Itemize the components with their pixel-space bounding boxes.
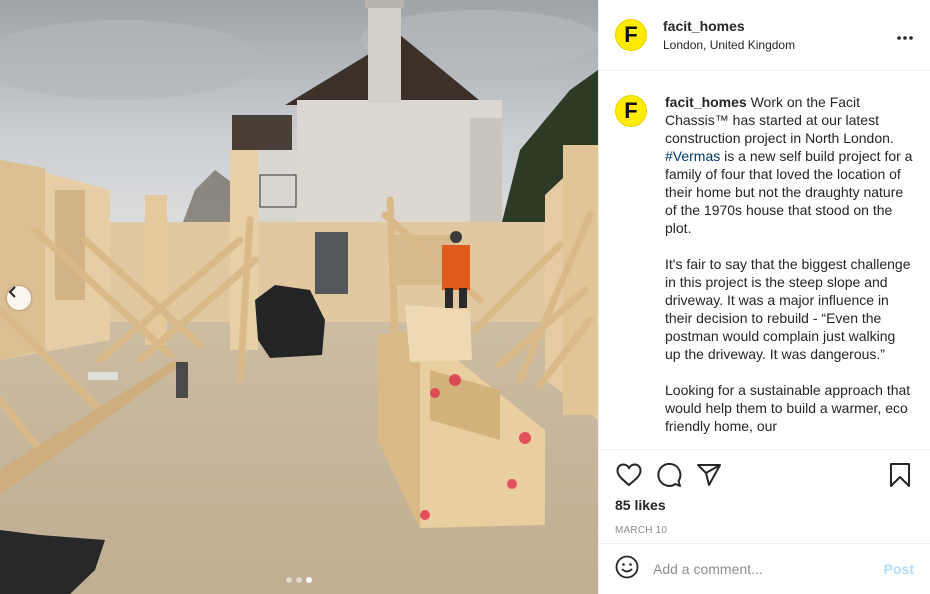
post-date[interactable]: MARCH 10 (615, 525, 914, 536)
carousel-dot (296, 577, 302, 583)
send-icon (697, 464, 721, 486)
post-photo[interactable] (0, 0, 598, 594)
carousel-indicator (0, 577, 598, 583)
heart-icon (616, 463, 642, 487)
action-icon-row (615, 450, 914, 500)
likes-count[interactable]: 85 likes (615, 497, 914, 513)
construction-site-image (0, 0, 598, 594)
save-button[interactable] (886, 461, 914, 489)
author-username[interactable]: facit_homes (663, 18, 896, 34)
hashtag-link[interactable]: #Vermas (665, 148, 720, 164)
post-side-panel: F facit_homes London, United Kingdom F f… (598, 0, 930, 594)
share-button[interactable] (695, 461, 723, 489)
caption-paragraph: It's fair to say that the biggest challe… (665, 256, 911, 362)
avatar[interactable]: F (615, 19, 647, 51)
comment-icon (657, 462, 682, 487)
caption-area: F facit_homes Work on the Facit Chassis™… (599, 71, 930, 449)
more-options-button[interactable] (896, 26, 914, 44)
caption-text: facit_homes Work on the Facit Chassis™ h… (665, 93, 913, 449)
caption-username[interactable]: facit_homes (665, 94, 747, 110)
emoji-icon (615, 555, 639, 578)
caption-avatar[interactable]: F (615, 95, 647, 127)
like-button[interactable] (615, 461, 643, 489)
more-horizontal-icon (897, 36, 913, 40)
bookmark-icon (890, 463, 910, 487)
chevron-left-icon (8, 286, 16, 298)
carousel-dot (286, 577, 292, 583)
previous-slide-button[interactable] (7, 286, 31, 310)
comment-input[interactable] (653, 561, 884, 577)
author-info: facit_homes London, United Kingdom (663, 18, 896, 52)
caption-paragraph: facit_homes Work on the Facit Chassis™ h… (665, 93, 913, 237)
post-header: F facit_homes London, United Kingdom (599, 0, 930, 71)
emoji-button[interactable] (615, 555, 639, 584)
caption-paragraph: Looking for a sustainable approach that … (665, 382, 911, 434)
carousel-dot-active (306, 577, 312, 583)
comment-bar: Post (599, 543, 930, 594)
comment-button[interactable] (655, 461, 683, 489)
post-comment-button[interactable]: Post (884, 561, 914, 577)
post-actions: 85 likes MARCH 10 (599, 449, 930, 536)
post-location[interactable]: London, United Kingdom (663, 38, 896, 52)
